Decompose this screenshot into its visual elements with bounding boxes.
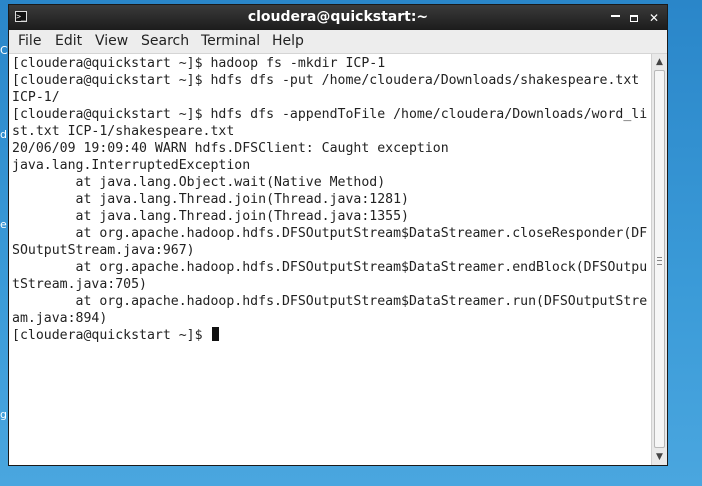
maximize-button[interactable] — [626, 10, 642, 26]
terminal-line: tStream.java:705) — [12, 277, 147, 292]
window-titlebar[interactable]: >_ cloudera@quickstart:~ ✕ — [9, 5, 667, 30]
menu-terminal[interactable]: Terminal — [201, 33, 260, 49]
menu-edit[interactable]: Edit — [55, 33, 82, 49]
terminal-line: at org.apache.hadoop.hdfs.DFSOutputStrea… — [12, 260, 648, 275]
terminal-line: at org.apache.hadoop.hdfs.DFSOutputStrea… — [12, 226, 648, 241]
terminal-line: [cloudera@quickstart ~]$ hadoop fs -mkdi… — [12, 56, 386, 71]
terminal-line: at java.lang.Object.wait(Native Method) — [12, 175, 386, 190]
terminal-output[interactable]: [cloudera@quickstart ~]$ hadoop fs -mkdi… — [9, 54, 649, 465]
terminal-line: java.lang.InterruptedException — [12, 158, 251, 173]
terminal-line: [cloudera@quickstart ~]$ hdfs dfs -put /… — [12, 73, 640, 88]
terminal-window: >_ cloudera@quickstart:~ ✕ File Edit Vie… — [8, 4, 668, 466]
menu-view[interactable]: View — [95, 33, 128, 49]
terminal-line: SOutputStream.java:967) — [12, 243, 195, 258]
terminal-line: ICP-1/ — [12, 90, 60, 105]
menu-bar: File Edit View Search Terminal Help — [9, 30, 667, 54]
terminal-prompt-line[interactable]: [cloudera@quickstart ~]$ — [12, 327, 219, 344]
terminal-line: st.txt ICP-1/shakespeare.txt — [12, 124, 235, 139]
scroll-down-arrow-icon[interactable]: ▼ — [654, 451, 665, 463]
vertical-scrollbar[interactable]: ▲ ▼ — [651, 54, 667, 465]
terminal-line: 20/06/09 19:09:40 WARN hdfs.DFSClient: C… — [12, 141, 449, 156]
menu-file[interactable]: File — [18, 33, 41, 49]
terminal-line: at java.lang.Thread.join(Thread.java:128… — [12, 192, 409, 207]
menu-help[interactable]: Help — [272, 33, 304, 49]
grip-icon — [657, 257, 662, 265]
terminal-line: at java.lang.Thread.join(Thread.java:135… — [12, 209, 409, 224]
minimize-icon — [610, 14, 620, 17]
close-icon: ✕ — [648, 11, 660, 25]
menu-search[interactable]: Search — [141, 33, 189, 49]
scroll-up-arrow-icon[interactable]: ▲ — [654, 56, 665, 68]
terminal-line: at org.apache.hadoop.hdfs.DFSOutputStrea… — [12, 294, 648, 309]
text-cursor — [211, 327, 219, 341]
prompt-text: [cloudera@quickstart ~]$ — [12, 328, 211, 343]
minimize-button[interactable] — [607, 7, 623, 23]
terminal-line: am.java:894) — [12, 311, 108, 326]
maximize-icon — [630, 15, 638, 22]
close-button[interactable]: ✕ — [646, 10, 662, 26]
terminal-line: [cloudera@quickstart ~]$ hdfs dfs -appen… — [12, 107, 648, 122]
scrollbar-thumb[interactable] — [654, 70, 665, 448]
window-title: cloudera@quickstart:~ — [247, 9, 429, 25]
